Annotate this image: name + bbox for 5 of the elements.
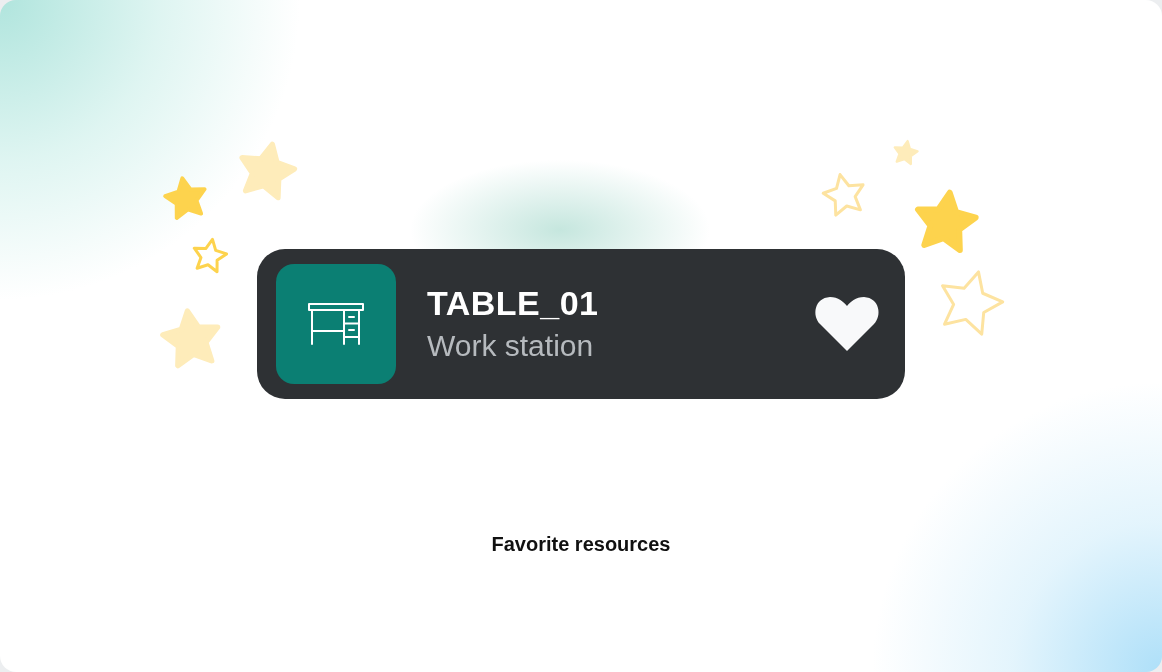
star-icon	[891, 138, 920, 167]
desk-icon	[308, 303, 364, 345]
resource-type: Work station	[427, 329, 595, 364]
caption-text: Favorite resources	[491, 532, 671, 557]
resource-name: TABLE_01	[427, 284, 600, 324]
